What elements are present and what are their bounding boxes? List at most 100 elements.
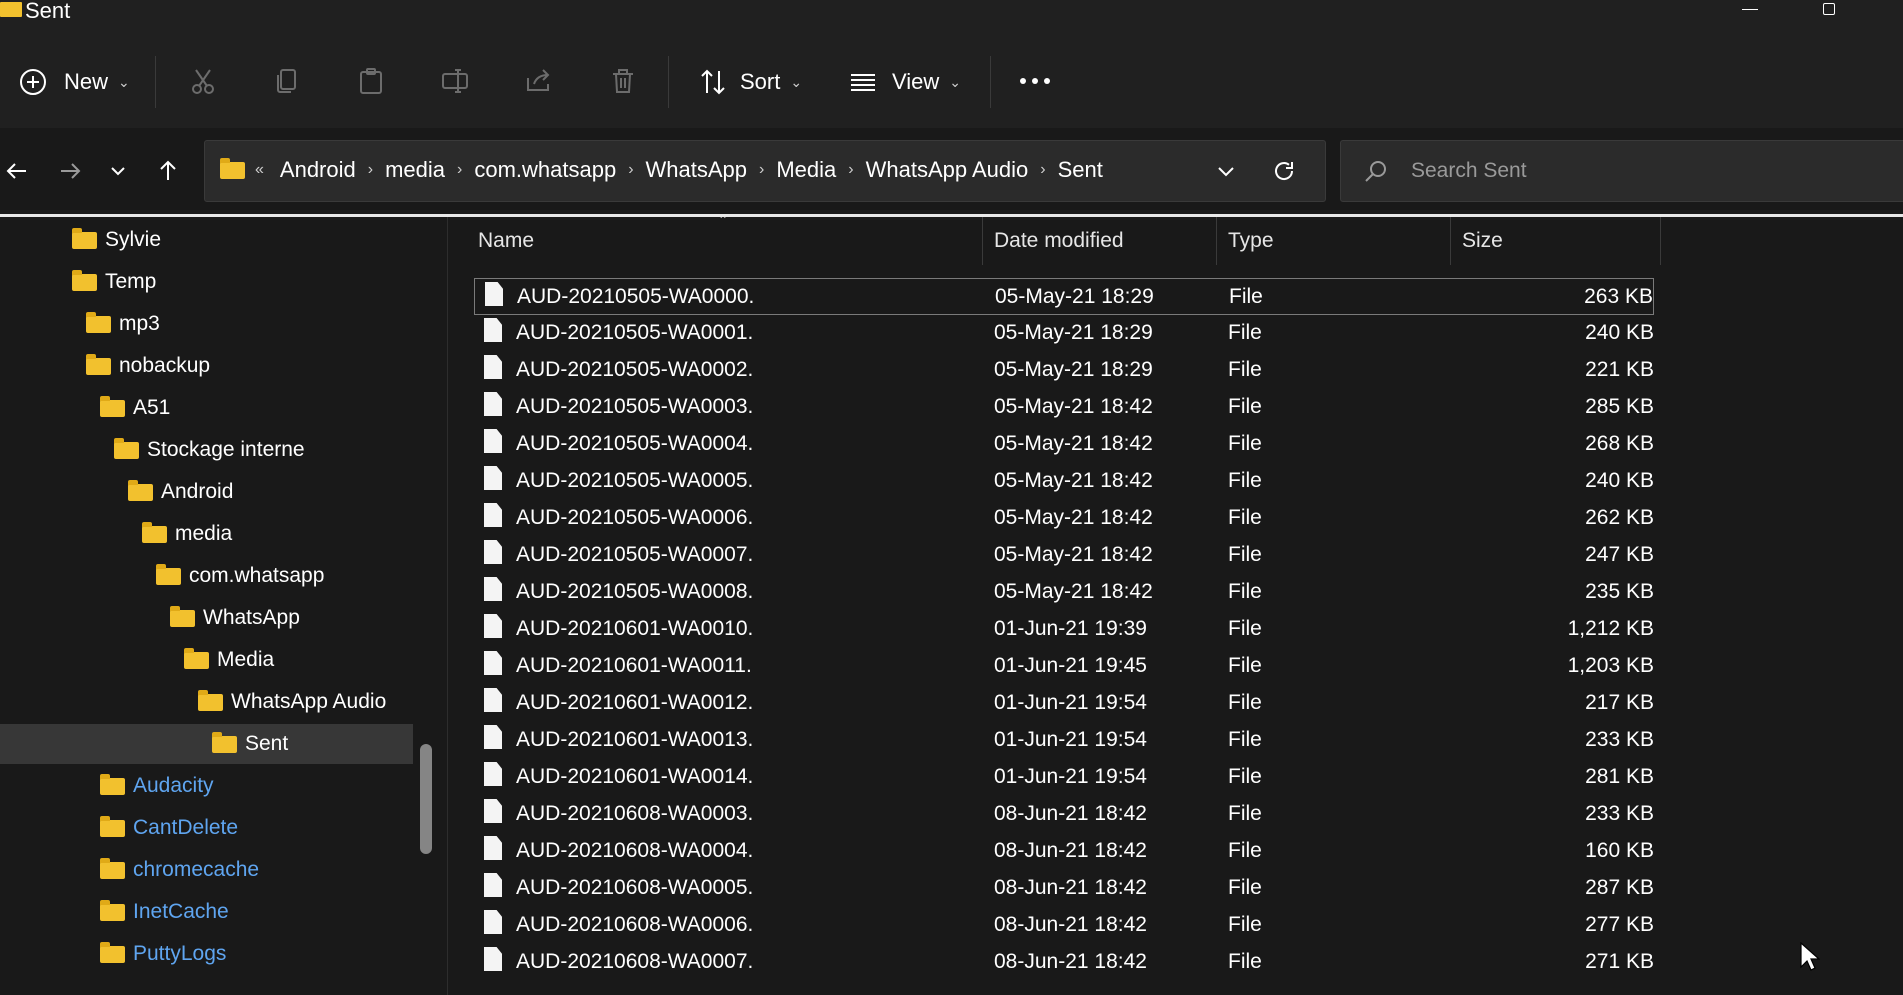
breadcrumb-com-whatsapp[interactable]: com.whatsapp [474,157,616,183]
nav-tree-item[interactable]: Temp [72,262,156,302]
file-row[interactable]: AUD-20210601-WA0010. 01-Jun-21 19:39 File 1… [474,611,1654,648]
delete-button[interactable] [606,64,640,98]
breadcrumb-media-folder[interactable]: Media [776,157,836,183]
file-row[interactable]: AUD-20210608-WA0006. 08-Jun-21 18:42 File 2… [474,907,1654,944]
file-row[interactable]: AUD-20210601-WA0011. 01-Jun-21 19:45 File 1… [474,648,1654,685]
toolbar-divider [668,56,669,108]
file-date-modified: 08-Jun-21 18:42 [994,950,1147,973]
column-divider[interactable] [1450,217,1451,265]
nav-tree-item[interactable]: chromecache [100,850,259,890]
file-date-modified: 05-May-21 18:29 [994,358,1153,381]
chevron-right-icon[interactable]: › [628,161,633,179]
arrow-left-icon [6,163,26,179]
file-row[interactable]: AUD-20210601-WA0014. 01-Jun-21 19:54 File 2… [474,759,1654,796]
breadcrumb-sent[interactable]: Sent [1058,157,1103,183]
nav-tree-item[interactable]: A51 [100,388,170,428]
back-button[interactable] [0,154,34,188]
chevron-right-icon[interactable]: › [457,161,462,179]
chevron-right-icon[interactable]: › [848,161,853,179]
address-history-button[interactable] [1215,160,1237,187]
breadcrumb-whatsapp-audio[interactable]: WhatsApp Audio [866,157,1029,183]
minimize-button[interactable] [1742,9,1758,10]
file-date-modified: 05-May-21 18:29 [994,321,1153,344]
chevron-right-icon[interactable]: › [368,161,373,179]
file-row[interactable]: AUD-20210601-WA0012. 01-Jun-21 19:54 File 2… [474,685,1654,722]
file-row[interactable]: AUD-20210505-WA0005. 05-May-21 18:42 File 2… [474,463,1654,500]
breadcrumb-whatsapp[interactable]: WhatsApp [646,157,748,183]
breadcrumb: « Android › media › com.whatsapp › Whats… [220,157,1115,183]
chevron-right-icon[interactable]: › [759,161,764,179]
nav-tree-item[interactable]: media [142,514,232,554]
file-row[interactable]: AUD-20210505-WA0006. 05-May-21 18:42 File 2… [474,500,1654,537]
nav-tree-item[interactable]: Media [184,640,274,680]
nav-tree-item[interactable]: Audacity [100,766,214,806]
refresh-button[interactable] [1271,158,1297,189]
nav-tree-item[interactable]: mp3 [86,304,160,344]
share-button[interactable] [522,64,556,98]
maximize-button[interactable] [1823,3,1835,15]
file-row[interactable]: AUD-20210608-WA0007. 08-Jun-21 18:42 File 2… [474,944,1654,981]
view-button[interactable]: View ⌄ [848,62,961,102]
copy-button[interactable] [270,64,304,98]
nav-tree-item-label: mp3 [119,312,160,335]
breadcrumb-android[interactable]: Android [280,157,356,183]
file-row[interactable]: AUD-20210608-WA0004. 08-Jun-21 18:42 File 1… [474,833,1654,870]
nav-tree-item[interactable]: WhatsApp [170,598,300,638]
paste-button[interactable] [354,64,388,98]
search-input[interactable]: Search Sent [1340,140,1903,202]
nav-tree-item-label: media [175,522,233,545]
file-row[interactable]: AUD-20210505-WA0007. 05-May-21 18:42 File 2… [474,537,1654,574]
nav-tree-item[interactable]: Sylvie [72,220,161,260]
file-row[interactable]: AUD-20210505-WA0003. 05-May-21 18:42 File 2… [474,389,1654,426]
column-header-date[interactable]: Date modified [994,217,1124,265]
file-size: 1,212 KB [1567,617,1654,640]
column-divider[interactable] [1660,217,1661,265]
nav-tree-item[interactable]: CantDelete [100,808,238,848]
nav-tree-item-label: Sylvie [105,228,162,251]
column-header-name[interactable]: Name [478,217,534,265]
nav-tree-item[interactable]: PuttyLogs [100,934,226,974]
toolbar-divider [990,56,991,108]
file-icon [484,429,502,453]
more-options-button[interactable] [1018,64,1052,98]
overflow-chevron-icon[interactable]: « [255,161,264,179]
recent-locations-button[interactable] [101,154,135,188]
nav-tree-item-label: Stockage interne [147,438,305,461]
column-header-size[interactable]: Size [1462,217,1503,265]
address-bar[interactable]: « Android › media › com.whatsapp › Whats… [204,140,1326,202]
file-row[interactable]: AUD-20210505-WA0000. 05-May-21 18:29 File 2… [474,278,1654,315]
nav-tree-item[interactable]: InetCache [100,892,229,932]
cut-button[interactable] [186,64,220,98]
rename-button[interactable] [438,64,472,98]
file-row[interactable]: AUD-20210505-WA0008. 05-May-21 18:42 File 2… [474,574,1654,611]
nav-tree-item-label: WhatsApp [203,606,300,629]
nav-tree-item[interactable]: WhatsApp Audio [198,682,386,722]
nav-tree-item[interactable]: com.whatsapp [156,556,324,596]
file-type: File [1228,654,1262,677]
column-divider[interactable] [1216,217,1217,265]
file-date-modified: 05-May-21 18:29 [995,285,1154,308]
nav-scrollbar-thumb[interactable] [420,744,432,854]
file-row[interactable]: AUD-20210608-WA0003. 08-Jun-21 18:42 File 2… [474,796,1654,833]
nav-tree-item[interactable]: Sent [212,724,288,764]
chevron-right-icon[interactable]: › [1040,161,1045,179]
forward-button[interactable] [53,154,87,188]
file-row[interactable]: AUD-20210505-WA0002. 05-May-21 18:29 File 2… [474,352,1654,389]
nav-tree-item[interactable]: Stockage interne [114,430,305,470]
breadcrumb-media[interactable]: media [385,157,445,183]
column-header-type[interactable]: Type [1228,217,1274,265]
nav-tree-item[interactable]: nobackup [86,346,210,386]
column-divider[interactable] [982,217,983,265]
scissors-icon [192,69,214,94]
sort-button[interactable]: Sort ⌄ [698,62,802,102]
file-row[interactable]: AUD-20210608-WA0005. 08-Jun-21 18:42 File 2… [474,870,1654,907]
up-button[interactable] [151,154,185,188]
file-row[interactable]: AUD-20210505-WA0004. 05-May-21 18:42 File 2… [474,426,1654,463]
file-row[interactable]: AUD-20210505-WA0001. 05-May-21 18:29 File 2… [474,315,1654,352]
command-bar: New ⌄ Sort ⌄ View ⌄ [0,30,1903,129]
new-button[interactable]: New ⌄ [18,62,130,102]
nav-tree-item[interactable]: Android [128,472,233,512]
file-row[interactable]: AUD-20210601-WA0013. 01-Jun-21 19:54 File 2… [474,722,1654,759]
folder-icon [100,395,125,417]
search-placeholder: Search Sent [1411,159,1527,182]
